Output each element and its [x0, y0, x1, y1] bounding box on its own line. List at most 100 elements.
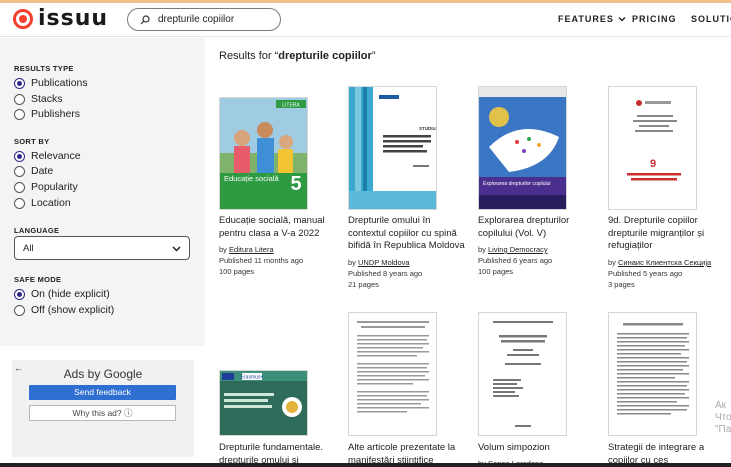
- cover-thumbnail[interactable]: Erasmus+: [219, 370, 308, 436]
- ad-title: Ads by Google: [63, 367, 143, 381]
- cover-label: Educație socială: [224, 174, 279, 183]
- sort-by-title: SORT BY: [14, 137, 50, 146]
- radio[interactable]: [14, 165, 25, 177]
- card-pages: 21 pages: [348, 280, 379, 289]
- cover-image: [479, 313, 566, 435]
- card-publisher: by Editura Litera: [219, 245, 274, 254]
- google-ad-panel: ← Ads by Google Send feedback Why this a…: [12, 360, 194, 457]
- nav-features[interactable]: FEATURES: [558, 14, 626, 24]
- cover-label: Explorarea drepturilor copilului: [483, 181, 551, 187]
- cover-image: [609, 313, 696, 435]
- by-label: by: [219, 245, 227, 254]
- option-label: Date: [31, 165, 54, 177]
- card-title[interactable]: 9d. Drepturile copiilor drepturile migra…: [608, 215, 728, 253]
- cover-thumbnail[interactable]: LITERA Educație socială 5: [219, 97, 308, 210]
- option-label: Publishers: [31, 108, 81, 120]
- sort-relevance[interactable]: Relevance: [14, 150, 81, 162]
- option-label: Off (show explicit): [31, 304, 115, 316]
- send-feedback-button[interactable]: Send feedback: [29, 385, 176, 400]
- option-label: Stacks: [31, 93, 63, 105]
- results-type-publications[interactable]: Publications: [14, 77, 88, 89]
- card-title[interactable]: Drepturile omului în contextul copiilor …: [348, 215, 468, 253]
- sort-location[interactable]: Location: [14, 197, 71, 209]
- option-label: Publications: [31, 77, 88, 89]
- radio[interactable]: [14, 304, 25, 316]
- cover-brand: LITERA: [282, 103, 300, 109]
- search-icon: [140, 14, 150, 24]
- nav-solutions-label: SOLUTIONS: [691, 14, 731, 24]
- card-title[interactable]: Educație socială, manual pentru clasa a …: [219, 215, 339, 240]
- by-label: by: [478, 245, 486, 254]
- nav-features-label: FEATURES: [558, 14, 614, 24]
- cover-thumbnail[interactable]: [478, 312, 567, 436]
- cover-image: STUDIU: [349, 87, 436, 209]
- issuu-logo-icon: [13, 9, 33, 29]
- publisher-link[interactable]: UNDP Moldova: [358, 258, 410, 267]
- why-this-ad-button[interactable]: Why this ad? ⓘ: [29, 405, 176, 421]
- cover-badge: Erasmus+: [241, 375, 264, 381]
- radio-selected[interactable]: [14, 150, 25, 162]
- option-label: Location: [31, 197, 71, 209]
- card-title[interactable]: Explorarea drepturilor copilului (Vol. V…: [478, 215, 598, 240]
- option-label: Popularity: [31, 181, 78, 193]
- card-published: Published 6 years ago: [478, 256, 553, 265]
- radio[interactable]: [14, 93, 25, 105]
- results-prefix: Results for “: [219, 50, 279, 62]
- results-type-publishers[interactable]: Publishers: [14, 108, 80, 120]
- cover-thumbnail[interactable]: Explorarea drepturilor copilului: [478, 86, 567, 210]
- cover-image: Explorarea drepturilor copilului: [479, 87, 566, 209]
- safe-mode-off[interactable]: Off (show explicit): [14, 304, 114, 316]
- cover-thumbnail[interactable]: [348, 312, 437, 436]
- card-publisher: by Синаис Клиентска Секција: [608, 258, 711, 267]
- header: issuu FEATURES PRICING SOLUTIONS: [0, 3, 731, 37]
- radio[interactable]: [14, 181, 25, 193]
- safe-mode-on[interactable]: On (hide explicit): [14, 288, 110, 300]
- card-published: Published 5 years ago: [608, 269, 683, 278]
- results-suffix: ”: [371, 50, 376, 62]
- results-type-title: RESULTS TYPE: [14, 64, 74, 73]
- radio-selected[interactable]: [14, 288, 25, 300]
- issuu-logo[interactable]: issuu: [13, 8, 108, 30]
- language-title: LANGUAGE: [14, 226, 60, 235]
- card-published: Published 11 months ago: [219, 256, 304, 265]
- cover-image: LITERA Educație socială 5: [220, 98, 307, 209]
- safe-mode-title: SAFE MODE: [14, 275, 62, 284]
- cover-image: 9: [609, 87, 696, 209]
- nav-solutions[interactable]: SOLUTIONS: [691, 14, 731, 24]
- results-heading: Results for “drepturile copiilor”: [219, 50, 375, 62]
- cover-thumbnail[interactable]: 9: [608, 86, 697, 210]
- card-publisher: by Living Democracy: [478, 245, 548, 254]
- overflow-text: Ак Что "Па: [715, 400, 731, 435]
- filter-sidebar: RESULTS TYPE Publications Stacks Publish…: [0, 38, 205, 346]
- search-input[interactable]: [158, 14, 268, 25]
- search-box[interactable]: [127, 8, 281, 31]
- sort-popularity[interactable]: Popularity: [14, 181, 78, 193]
- language-select-value: All: [23, 242, 34, 254]
- publisher-link[interactable]: Living Democracy: [488, 245, 548, 254]
- logo-text: issuu: [38, 6, 109, 31]
- nav-pricing[interactable]: PRICING: [632, 14, 677, 24]
- cover-label: STUDIU: [419, 126, 436, 131]
- radio[interactable]: [14, 197, 25, 209]
- publisher-link[interactable]: Editura Litera: [229, 245, 274, 254]
- results-type-stacks[interactable]: Stacks: [14, 93, 63, 105]
- publisher-link[interactable]: Синаис Клиентска Секција: [618, 258, 711, 267]
- language-select[interactable]: All: [14, 236, 190, 260]
- chevron-down-icon: [618, 17, 626, 22]
- chevron-down-icon: [172, 245, 181, 252]
- card-pages: 3 pages: [608, 280, 635, 289]
- radio[interactable]: [14, 108, 25, 120]
- sort-date[interactable]: Date: [14, 165, 53, 177]
- card-publisher: by UNDP Moldova: [348, 258, 410, 267]
- radio-selected[interactable]: [14, 77, 25, 89]
- card-pages: 100 pages: [478, 267, 514, 276]
- card-pages: 100 pages: [219, 267, 255, 276]
- option-label: On (hide explicit): [31, 288, 110, 300]
- nav-pricing-label: PRICING: [632, 14, 677, 24]
- card-published: Published 8 years ago: [348, 269, 423, 278]
- cover-image: [349, 313, 436, 435]
- option-label: Relevance: [31, 150, 81, 162]
- cover-thumbnail[interactable]: [608, 312, 697, 436]
- cover-thumbnail[interactable]: STUDIU: [348, 86, 437, 210]
- card-title[interactable]: Volum simpozion: [478, 442, 598, 455]
